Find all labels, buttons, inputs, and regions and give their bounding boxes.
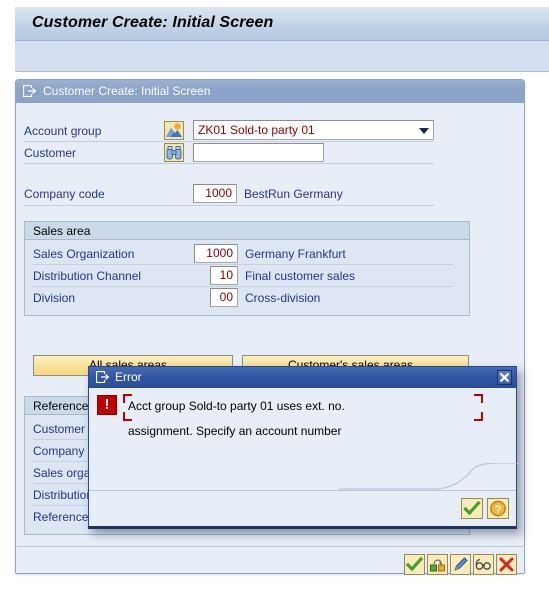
account-group-combobox[interactable]: ZK01 Sold-to party 01 (193, 120, 434, 140)
company-code-label: Company code (24, 187, 105, 201)
cancel-button[interactable] (496, 554, 517, 575)
error-dialog-title: Error (115, 370, 142, 384)
close-icon[interactable] (497, 370, 512, 385)
export-icon (23, 85, 37, 97)
sap-gui-window: Customer Create: Initial Screen Customer… (0, 0, 549, 612)
screen-panel-title-bar: Customer Create: Initial Screen (16, 80, 524, 103)
division-description: Cross-division (245, 291, 321, 305)
error-exclamation-icon: ! (97, 395, 117, 415)
panel-footer-separator (17, 546, 525, 547)
division-input[interactable]: 00 (210, 288, 238, 307)
sales-area-group-title: Sales area (33, 224, 91, 238)
page-title: Customer Create: Initial Screen (32, 14, 274, 31)
error-dialog-title-bar[interactable]: Error (89, 367, 516, 388)
selection-corner-bottom-right (474, 412, 483, 421)
display-button[interactable] (473, 554, 494, 575)
application-toolbar-strip (15, 41, 549, 72)
continue-button[interactable] (404, 554, 425, 575)
dialog-continue-button[interactable] (461, 498, 483, 519)
row-separator (24, 205, 434, 206)
reference-sales-organization-label: Sales orga (33, 466, 91, 480)
row-separator (24, 163, 434, 164)
svg-text:?: ? (495, 504, 502, 516)
chevron-down-icon[interactable] (419, 128, 429, 134)
reference-division-label: Reference (33, 510, 89, 524)
dialog-footer-separator (89, 490, 516, 491)
sales-organization-input[interactable]: 1000 (194, 244, 238, 263)
sales-organization-label: Sales Organization (33, 247, 135, 261)
selection-corner-bottom-left (123, 412, 132, 421)
export-icon (96, 371, 110, 383)
company-code-input[interactable]: 1000 (193, 184, 237, 203)
screen-panel-title: Customer Create: Initial Screen (43, 84, 211, 98)
error-message-line-1: Acct group Sold-to party 01 uses ext. no… (128, 399, 345, 413)
distribution-channel-description: Final customer sales (245, 269, 356, 283)
sales-area-group-title-bar: Sales area (25, 222, 469, 240)
reference-distribution-channel-label: Distribution (33, 488, 94, 502)
reference-group-title: Reference (33, 399, 89, 413)
possible-entries-icon[interactable] (164, 121, 184, 140)
reference-customer-label: Customer (33, 422, 86, 436)
distribution-channel-label: Distribution Channel (33, 269, 142, 283)
customer-label: Customer (24, 146, 77, 160)
reference-company-code-label: Company c (33, 444, 94, 458)
division-label: Division (33, 291, 76, 305)
dialog-help-button[interactable]: ? (487, 498, 509, 519)
create-with-reference-button[interactable] (427, 554, 448, 575)
row-separator (24, 141, 434, 142)
error-dialog: Error ! Acct group Sold-to party 01 uses… (88, 366, 519, 529)
sales-area-group: Sales area Sales Organization 1000 Germa… (24, 221, 470, 316)
distribution-channel-input[interactable]: 10 (210, 266, 238, 285)
application-title-bar: Customer Create: Initial Screen (15, 6, 549, 41)
sales-organization-description: Germany Frankfurt (245, 247, 346, 261)
customer-input[interactable] (193, 143, 324, 162)
account-group-label: Account group (24, 124, 102, 138)
exclamation-glyph: ! (104, 396, 110, 413)
change-button[interactable] (450, 554, 471, 575)
selection-corner-top-right (474, 394, 483, 403)
row-separator (33, 286, 453, 287)
company-code-description: BestRun Germany (244, 187, 343, 201)
dialog-footer-decoration (339, 463, 519, 491)
row-separator (33, 264, 453, 265)
error-message-line-2: assignment. Specify an account number (128, 424, 342, 438)
account-group-value: ZK01 Sold-to party 01 (198, 123, 315, 137)
binoculars-search-icon[interactable] (164, 143, 184, 162)
